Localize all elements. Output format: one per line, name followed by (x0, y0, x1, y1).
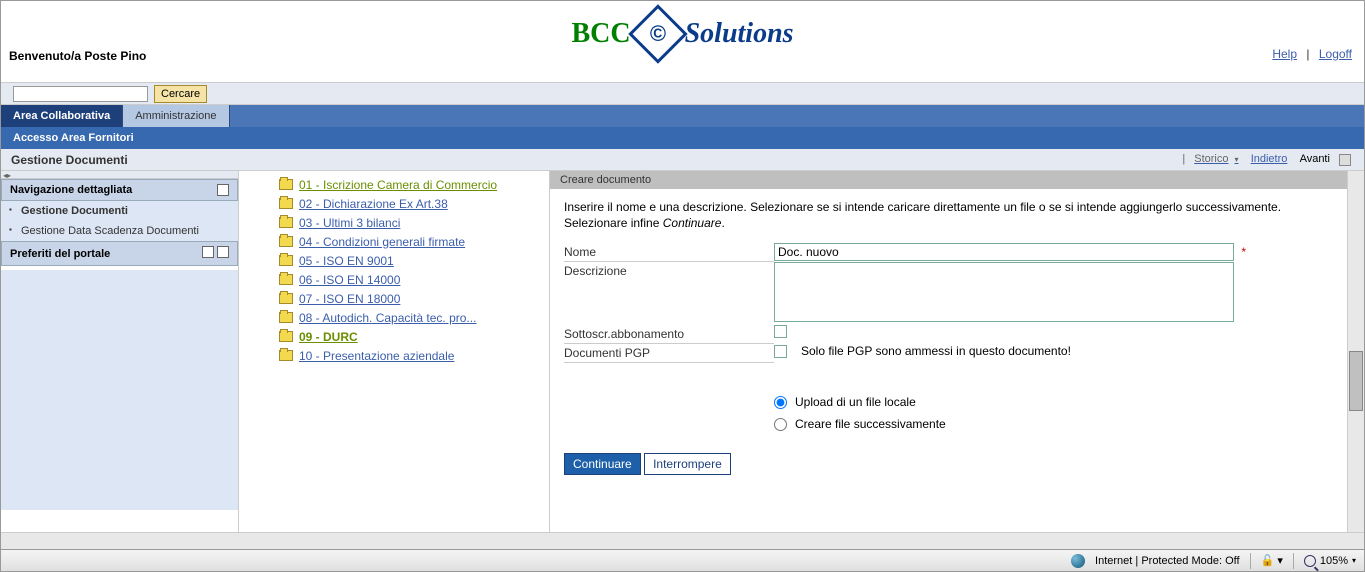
radio-create-later[interactable] (774, 418, 787, 431)
options-icon[interactable] (1339, 154, 1351, 166)
logo-diamond-icon: © (628, 4, 687, 63)
fav-icon-2[interactable] (217, 246, 229, 258)
status-mode: Internet | Protected Mode: Off (1095, 555, 1240, 567)
welcome-text: Benvenuto/a Poste Pino (9, 49, 146, 63)
sidebar-empty (1, 270, 238, 510)
continue-button[interactable]: Continuare (564, 453, 641, 475)
folder-icon (279, 255, 293, 266)
folder-01[interactable]: 01 - Iscrizione Camera di Commercio (279, 175, 549, 194)
folder-07[interactable]: 07 - ISO EN 18000 (279, 289, 549, 308)
fav-panel-head[interactable]: Preferiti del portale (1, 241, 238, 266)
cancel-button[interactable]: Interrompere (644, 453, 731, 475)
tab-collaborativa[interactable]: Area Collaborativa (1, 105, 123, 127)
globe-icon (1071, 554, 1085, 568)
required-icon: * (1241, 245, 1246, 259)
sidebar-toggle[interactable]: ◂▸ (1, 171, 238, 179)
logo-suffix: Solutions (685, 18, 794, 50)
folder-02[interactable]: 02 - Dichiarazione Ex Art.38 (279, 194, 549, 213)
sidebar-item-gestione-documenti[interactable]: Gestione Documenti (1, 201, 238, 221)
fav-icon-1[interactable] (202, 246, 214, 258)
avanti-text: Avanti (1300, 153, 1330, 165)
logoff-link[interactable]: Logoff (1319, 47, 1352, 61)
folder-icon (279, 350, 293, 361)
folder-tree: 01 - Iscrizione Camera di Commercio 02 -… (239, 171, 549, 532)
form-panel: Creare documento Inserire il nome e una … (549, 171, 1347, 532)
storico-link[interactable]: Storico▾ (1191, 153, 1241, 165)
magnifier-icon (1304, 555, 1316, 567)
folder-icon (279, 274, 293, 285)
collapse-icon[interactable] (217, 184, 229, 196)
name-label: Nome (564, 243, 774, 262)
folder-icon (279, 236, 293, 247)
fav-panel-title: Preferiti del portale (10, 248, 110, 260)
folder-icon (279, 331, 293, 342)
folder-06[interactable]: 06 - ISO EN 14000 (279, 270, 549, 289)
search-row: Cercare (1, 83, 1364, 105)
zoom-control[interactable]: 105% ▾ (1304, 555, 1356, 567)
breadcrumb-row: Gestione Documenti | Storico▾ Indietro A… (1, 149, 1364, 171)
tabs-row: Area Collaborativa Amministrazione (1, 105, 1364, 127)
pgp-hint: Solo file PGP sono ammessi in questo doc… (801, 344, 1071, 358)
logo: BCC © Solutions (571, 13, 793, 55)
logo-brand: BCC (571, 18, 630, 50)
name-input[interactable] (774, 243, 1234, 261)
search-input[interactable] (13, 86, 148, 102)
status-security-icon[interactable]: 🔓 ▾ (1261, 554, 1283, 567)
folder-icon (279, 198, 293, 209)
folder-09-durc[interactable]: 09 - DURC (279, 327, 549, 346)
folder-08[interactable]: 08 - Autodich. Capacità tec. pro... (279, 308, 549, 327)
sidebar: ◂▸ Navigazione dettagliata Gestione Docu… (1, 171, 239, 532)
form-instructions: Inserire il nome e una descrizione. Sele… (564, 199, 1333, 231)
folder-04[interactable]: 04 - Condizioni generali firmate (279, 232, 549, 251)
desc-input[interactable] (774, 262, 1234, 322)
nav-panel-title: Navigazione dettagliata (10, 184, 132, 196)
folder-10[interactable]: 10 - Presentazione aziendale (279, 346, 549, 365)
page-title: Gestione Documenti (11, 153, 128, 167)
form-heading: Creare documento (550, 171, 1347, 189)
indietro-link[interactable]: Indietro (1251, 153, 1288, 165)
folder-icon (279, 293, 293, 304)
folder-icon (279, 217, 293, 228)
upload-radio-group: Upload di un file locale Creare file suc… (774, 391, 1333, 435)
nav-panel-head[interactable]: Navigazione dettagliata (1, 179, 238, 201)
subscription-checkbox[interactable] (774, 325, 787, 338)
folder-05[interactable]: 05 - ISO EN 9001 (279, 251, 549, 270)
subheader: Accesso Area Fornitori (1, 127, 1364, 149)
horizontal-scrollbar[interactable] (1, 532, 1364, 549)
folder-icon (279, 179, 293, 190)
desc-label: Descrizione (564, 262, 774, 280)
vertical-scrollbar[interactable] (1347, 171, 1364, 532)
status-bar: Internet | Protected Mode: Off 🔓 ▾ 105% … (1, 549, 1364, 571)
pgp-label: Documenti PGP (564, 344, 774, 363)
folder-03[interactable]: 03 - Ultimi 3 bilanci (279, 213, 549, 232)
top-links: Help | Logoff (1272, 47, 1352, 61)
zoom-value: 105% (1320, 555, 1348, 567)
radio-upload-label: Upload di un file locale (795, 395, 916, 409)
header: Benvenuto/a Poste Pino BCC © Solutions H… (1, 1, 1364, 83)
help-link[interactable]: Help (1272, 47, 1297, 61)
tab-amministrazione[interactable]: Amministrazione (123, 105, 229, 127)
folder-icon (279, 312, 293, 323)
radio-upload-local[interactable] (774, 396, 787, 409)
search-button[interactable]: Cercare (154, 85, 207, 103)
radio-later-label: Creare file successivamente (795, 417, 946, 431)
sidebar-item-scadenza[interactable]: Gestione Data Scadenza Documenti (1, 221, 238, 241)
subscription-label: Sottoscr.abbonamento (564, 325, 774, 344)
pgp-checkbox[interactable] (774, 345, 787, 358)
